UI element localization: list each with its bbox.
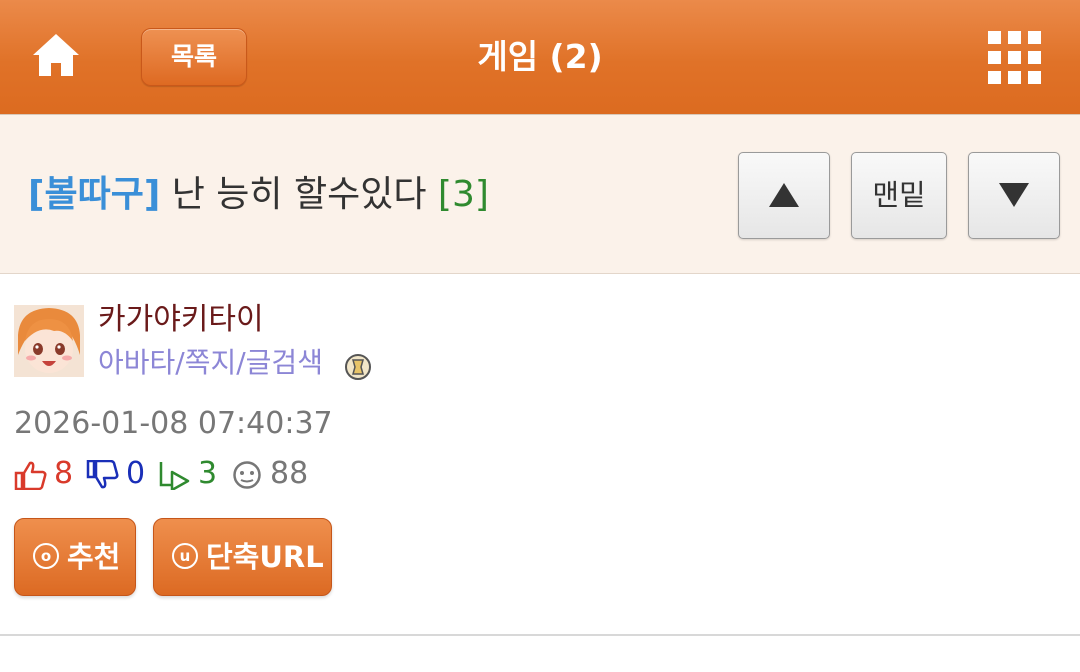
badge-icon xyxy=(345,354,371,380)
post-date: 2026-01-08 07:40:37 xyxy=(14,406,333,441)
reply-arrow-icon xyxy=(159,462,190,490)
recommend-button[interactable]: o 추천 xyxy=(14,518,136,596)
section-divider xyxy=(0,634,1080,636)
short-url-button[interactable]: u 단축URL xyxy=(153,518,332,596)
view-count: 88 xyxy=(270,456,309,491)
avatar[interactable] xyxy=(14,305,84,377)
reply-count: 3 xyxy=(198,456,218,491)
thumbs-down-icon xyxy=(86,460,119,489)
thumbs-up-icon xyxy=(14,461,47,490)
recommend-label: 추천 xyxy=(67,540,121,574)
list-button[interactable]: 목록 xyxy=(141,28,247,86)
page-title: 게임 (2) xyxy=(477,37,603,76)
like-count: 8 xyxy=(54,456,74,491)
prev-post-button[interactable] xyxy=(738,152,830,239)
recommend-circle-icon: o xyxy=(33,543,59,569)
view-count-icon xyxy=(233,461,261,489)
post-title: [볼따구] 난 능히 할수있다 [3] xyxy=(28,170,489,220)
arrow-down-icon xyxy=(999,183,1029,207)
post-title-text: 난 능히 할수있다 xyxy=(171,174,427,215)
scroll-bottom-button[interactable]: 맨밑 xyxy=(851,152,947,239)
comment-count[interactable]: [3] xyxy=(438,174,489,215)
arrow-up-icon xyxy=(769,183,799,207)
next-post-button[interactable] xyxy=(968,152,1060,239)
post-category[interactable]: [볼따구] xyxy=(28,174,160,215)
short-url-circle-icon: u xyxy=(172,543,198,569)
home-button[interactable] xyxy=(30,30,82,80)
author-links[interactable]: 아바타/쪽지/글검색 xyxy=(98,343,323,383)
grid-menu-button[interactable] xyxy=(985,28,1045,88)
short-url-label: 단축URL xyxy=(206,540,324,574)
dislike-count: 0 xyxy=(126,456,146,491)
author-name[interactable]: 카가야키타이 xyxy=(98,300,264,340)
home-icon xyxy=(33,34,79,76)
grid-menu-icon xyxy=(988,31,1041,84)
